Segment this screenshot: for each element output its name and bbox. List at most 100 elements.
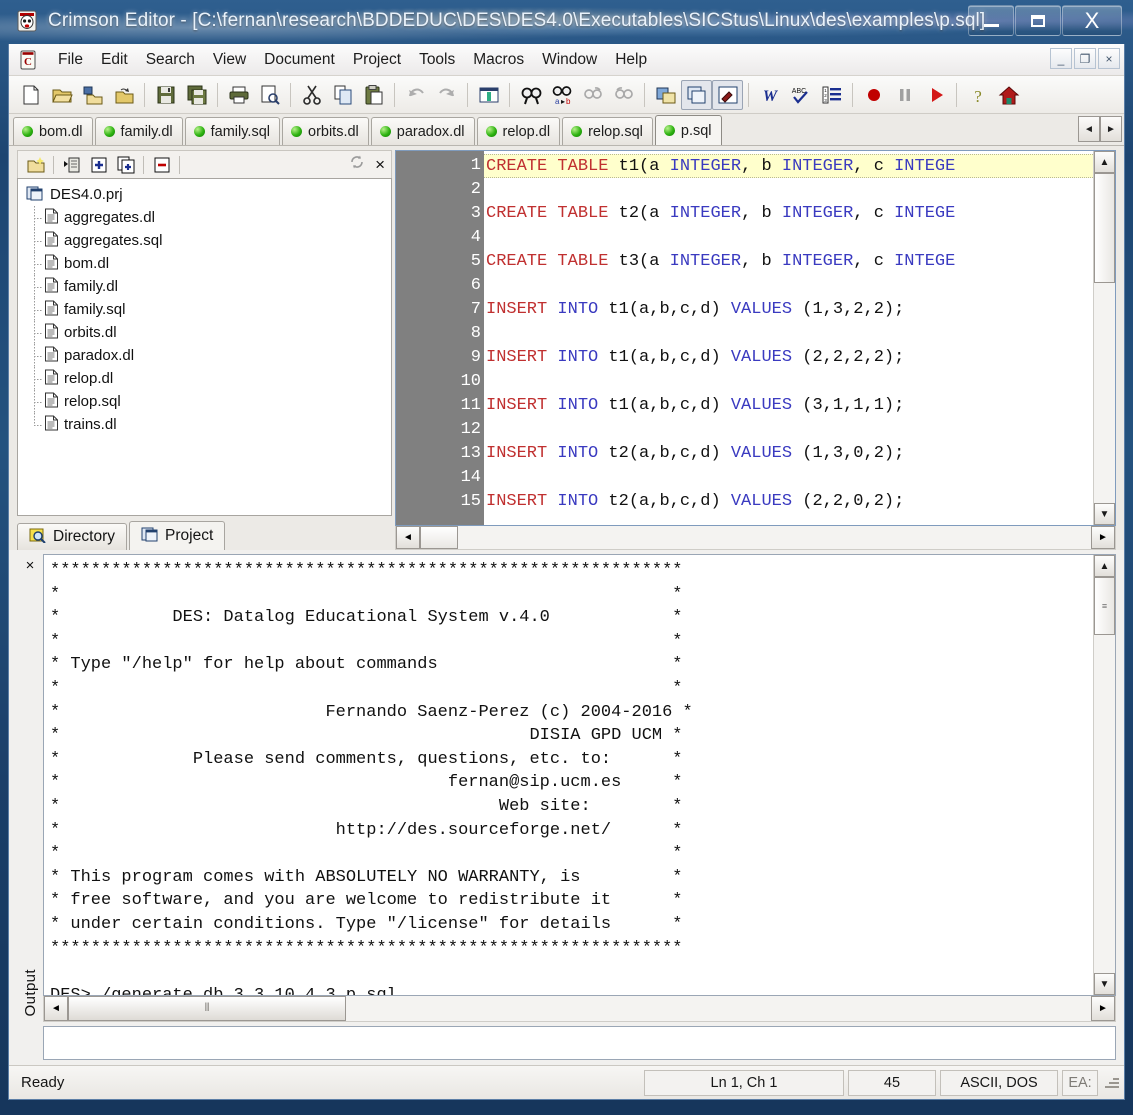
window-cascade-icon[interactable] [681, 79, 712, 110]
tab-scroll-left-button[interactable]: ◄ [1078, 116, 1100, 142]
editor-vertical-scrollbar[interactable]: ▲ ▼ [1093, 151, 1115, 525]
code-line[interactable] [484, 466, 1093, 490]
refresh-icon[interactable] [349, 154, 365, 175]
editor-horizontal-scrollbar[interactable]: ◄ ► [395, 526, 1116, 550]
tree-item-family-sql[interactable]: family.sql [22, 298, 391, 321]
add-files-icon[interactable] [112, 153, 139, 177]
output-vertical-scroll-track[interactable] [1094, 635, 1115, 973]
horizontal-scroll-track[interactable] [458, 526, 1091, 549]
reopen-file-icon[interactable] [108, 80, 139, 110]
tree-item-aggregates-dl[interactable]: aggregates.dl [22, 206, 391, 229]
scroll-left-button[interactable]: ◄ [396, 526, 420, 549]
output-scroll-down-button[interactable]: ▼ [1094, 973, 1115, 995]
tab-project[interactable]: Project [129, 521, 226, 550]
vertical-scroll-track[interactable] [1094, 283, 1115, 503]
code-line[interactable] [484, 274, 1093, 298]
save-icon[interactable] [150, 80, 181, 110]
spell-check-icon[interactable]: ABC [785, 80, 816, 110]
document-tab-orbits-dl[interactable]: orbits.dl [282, 117, 369, 145]
document-tab-p-sql[interactable]: p.sql [654, 115, 722, 145]
home-icon[interactable] [993, 80, 1024, 110]
save-all-icon[interactable] [181, 80, 212, 110]
remove-file-icon[interactable] [148, 153, 175, 177]
menu-item-window[interactable]: Window [533, 49, 606, 71]
code-line[interactable] [484, 226, 1093, 250]
open-file-icon[interactable] [46, 80, 77, 110]
maximize-button[interactable] [1015, 5, 1061, 36]
code-line[interactable] [484, 418, 1093, 442]
output-console[interactable]: ****************************************… [43, 554, 1116, 996]
code-text-area[interactable]: CREATE TABLE t1(a INTEGER, b INTEGER, c … [484, 151, 1093, 525]
code-line[interactable]: INSERT INTO t1(a,b,c,d) VALUES (2,2,2,2)… [484, 346, 1093, 370]
play-macro-icon[interactable] [920, 80, 951, 110]
code-line[interactable] [484, 322, 1093, 346]
open-project-icon[interactable] [58, 153, 85, 177]
code-line[interactable] [484, 178, 1093, 202]
code-line[interactable]: CREATE TABLE t3(a INTEGER, b INTEGER, c … [484, 250, 1093, 274]
code-line[interactable]: CREATE TABLE t2(a INTEGER, b INTEGER, c … [484, 202, 1093, 226]
tree-item-relop-dl[interactable]: relop.dl [22, 367, 391, 390]
resize-grip[interactable] [1102, 1074, 1120, 1092]
column-mode-icon[interactable] [473, 80, 504, 110]
undo-icon[interactable] [400, 80, 431, 110]
menu-item-edit[interactable]: Edit [92, 49, 137, 71]
output-scroll-right-button[interactable]: ► [1091, 996, 1115, 1021]
print-icon[interactable] [223, 80, 254, 110]
scroll-down-button[interactable]: ▼ [1094, 503, 1115, 525]
document-tab-bom-dl[interactable]: bom.dl [13, 117, 93, 145]
output-scroll-up-button[interactable]: ▲ [1094, 555, 1115, 577]
tree-item-orbits-dl[interactable]: orbits.dl [22, 321, 391, 344]
tree-item-paradox-dl[interactable]: paradox.dl [22, 344, 391, 367]
tab-directory[interactable]: Directory [17, 523, 128, 550]
new-file-icon[interactable] [15, 80, 46, 110]
document-tab-paradox-dl[interactable]: paradox.dl [370, 117, 475, 145]
code-line[interactable]: INSERT INTO t2(a,b,c,d) VALUES (2,2,0,2)… [484, 490, 1093, 514]
help-icon[interactable]: ? [962, 80, 993, 110]
project-root-node[interactable]: DES4.0.prj [22, 183, 391, 206]
menu-item-project[interactable]: Project [344, 49, 410, 71]
tree-item-bom-dl[interactable]: bom.dl [22, 252, 391, 275]
record-macro-icon[interactable] [858, 80, 889, 110]
horizontal-scroll-thumb[interactable] [420, 526, 458, 549]
menu-item-file[interactable]: File [49, 49, 92, 71]
document-tab-family-sql[interactable]: family.sql [184, 117, 280, 145]
copy-icon[interactable] [327, 80, 358, 110]
tree-item-family-dl[interactable]: family.dl [22, 275, 391, 298]
find-prev-icon[interactable] [608, 80, 639, 110]
code-line[interactable] [484, 370, 1093, 394]
mdi-close-button[interactable]: × [1098, 48, 1120, 69]
tree-item-relop-sql[interactable]: relop.sql [22, 390, 391, 413]
tree-item-trains-dl[interactable]: trains.dl [22, 413, 391, 436]
print-preview-icon[interactable] [254, 80, 285, 110]
document-tab-family-dl[interactable]: family.dl [94, 117, 183, 145]
pause-macro-icon[interactable] [889, 80, 920, 110]
mdi-minimize-button[interactable]: _ [1050, 48, 1072, 69]
cut-icon[interactable] [296, 80, 327, 110]
redo-icon[interactable] [431, 80, 462, 110]
project-panel-close-button[interactable]: × [375, 156, 385, 173]
output-horizontal-scrollbar[interactable]: ◄ ⦀ ► [43, 996, 1116, 1022]
scroll-up-button[interactable]: ▲ [1094, 151, 1115, 173]
vertical-scroll-thumb[interactable] [1094, 173, 1115, 283]
paste-icon[interactable] [358, 80, 389, 110]
window-tile-icon[interactable] [650, 80, 681, 110]
menu-item-document[interactable]: Document [255, 49, 344, 71]
menu-item-macros[interactable]: Macros [464, 49, 533, 71]
menu-item-help[interactable]: Help [606, 49, 656, 71]
code-line[interactable]: INSERT INTO t1(a,b,c,d) VALUES (3,1,1,1)… [484, 394, 1093, 418]
project-file-tree[interactable]: DES4.0.prj aggregates.dl aggregates.sql bo… [17, 178, 392, 516]
code-line[interactable]: INSERT INTO t1(a,b,c,d) VALUES (1,3,2,2)… [484, 298, 1093, 322]
tree-item-aggregates-sql[interactable]: aggregates.sql [22, 229, 391, 252]
find-icon[interactable] [515, 80, 546, 110]
word-wrap-icon[interactable]: W [754, 80, 785, 110]
find-next-icon[interactable] [577, 80, 608, 110]
menu-item-tools[interactable]: Tools [410, 49, 464, 71]
add-file-icon[interactable] [85, 153, 112, 177]
user-tool-icon[interactable] [712, 79, 743, 110]
output-scroll-left-button[interactable]: ◄ [44, 996, 68, 1021]
open-remote-icon[interactable] [77, 80, 108, 110]
new-project-icon[interactable] [22, 153, 49, 177]
line-numbers-icon[interactable]: 123 [816, 80, 847, 110]
close-button[interactable]: X [1062, 5, 1122, 36]
output-command-input[interactable] [43, 1026, 1116, 1060]
